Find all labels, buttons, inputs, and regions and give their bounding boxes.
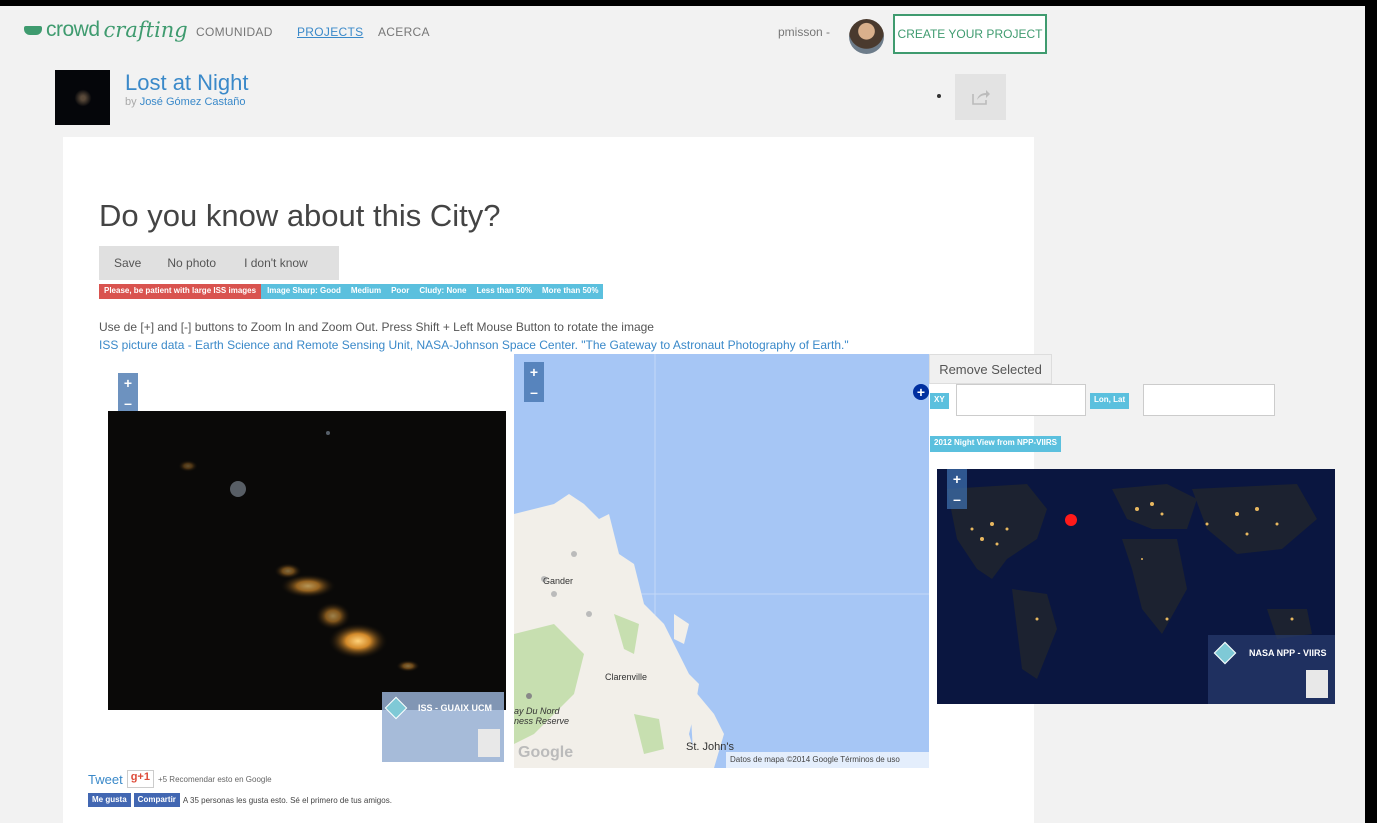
iss-layer-label: ISS - GUAIX UCM <box>418 703 493 713</box>
map-label-reserve: ness Reserve <box>514 716 570 726</box>
add-point-icon[interactable]: + <box>913 384 929 400</box>
layer-diamond-icon <box>384 696 408 720</box>
map-label-bay-du-nord: ay Du Nord <box>514 706 560 716</box>
map-label-clarenville: Clarenville <box>605 672 648 682</box>
map-zoom-in-button[interactable]: + <box>530 362 538 382</box>
google-logo: Google <box>518 744 574 761</box>
cloudy-less-badge[interactable]: Less than 50% <box>471 284 538 299</box>
project-title[interactable]: Lost at Night <box>125 70 249 96</box>
fb-share-button[interactable]: Compartir <box>133 793 180 807</box>
top-navbar: crowd crafting COMUNIDAD PROJECTS ACERCA … <box>0 6 1365 56</box>
tweet-button[interactable]: Tweet <box>88 772 123 787</box>
night-zoom-in-button[interactable]: + <box>953 469 961 489</box>
cloudy-more-badge[interactable]: More than 50% <box>537 284 604 299</box>
save-button[interactable]: Save <box>99 256 141 270</box>
project-author-line: by José Gómez Castaño <box>125 96 245 108</box>
crowdcrafting-logo[interactable]: crowd crafting <box>24 18 188 42</box>
map-attribution[interactable]: Datos de mapa ©2014 Google Términos de u… <box>726 752 929 768</box>
layer-diamond-icon <box>1213 641 1237 665</box>
fb-like-count: A 35 personas les gusta esto. Sé el prim… <box>182 795 392 805</box>
logo-text-crowd: crowd <box>46 18 100 41</box>
iss-layer-switcher[interactable]: ISS - GUAIX UCM <box>384 696 493 720</box>
map-land <box>514 354 929 768</box>
info-badges: Please, be patient with large ISS images… <box>99 284 604 299</box>
night-layer-toggle[interactable] <box>1306 670 1328 698</box>
lonlat-label: Lon, Lat <box>1090 393 1130 409</box>
create-project-button[interactable]: CREATE YOUR PROJECT <box>893 14 1047 54</box>
gplus-button[interactable]: g+1 <box>126 770 154 788</box>
avatar[interactable] <box>849 19 884 54</box>
iss-image-viewer[interactable] <box>108 411 506 710</box>
location-map[interactable] <box>514 354 929 768</box>
share-button[interactable] <box>955 74 1006 120</box>
gplus-count: +5 Recomendar esto en Google <box>157 774 272 784</box>
iss-zoom-in-button[interactable]: + <box>124 373 132 393</box>
separator-dot <box>937 94 941 98</box>
sharp-medium-badge[interactable]: Medium <box>345 284 387 299</box>
night-zoom-out-button[interactable]: – <box>953 489 961 509</box>
xy-field[interactable] <box>956 384 1086 416</box>
map-zoom-out-button[interactable]: – <box>530 382 538 402</box>
night-view-label: 2012 Night View from NPP-VIIRS <box>930 436 1061 452</box>
social-row-2: Me gusta Compartir A 35 personas les gus… <box>88 793 392 807</box>
logo-text-crafting: crafting <box>103 18 188 42</box>
iss-layer-toggle[interactable] <box>478 729 500 757</box>
lonlat-field[interactable] <box>1143 384 1275 416</box>
cloudy-none-badge[interactable]: Cludy: None <box>414 284 472 299</box>
night-zoom-control: + – <box>947 469 967 509</box>
fb-like-button[interactable]: Me gusta <box>88 793 131 807</box>
dont-know-button[interactable]: I don't know <box>216 256 308 270</box>
sharp-good-badge[interactable]: Image Sharp: Good <box>261 284 346 299</box>
map-label-gander: Gander <box>543 576 574 586</box>
nav-projects[interactable]: PROJECTS <box>297 25 363 39</box>
nav-acerca[interactable]: ACERCA <box>378 25 430 39</box>
no-photo-button[interactable]: No photo <box>141 256 216 270</box>
iss-zoom-out-button[interactable]: – <box>124 393 132 413</box>
logo-icon <box>24 25 42 35</box>
user-menu[interactable]: pmisson - <box>778 25 830 39</box>
iss-zoom-control: + – <box>118 373 138 413</box>
by-label: by <box>125 96 137 108</box>
project-thumbnail[interactable] <box>55 70 110 125</box>
iss-night-photo <box>178 431 420 672</box>
answer-button-group: Save No photo I don't know <box>99 246 339 280</box>
task-heading: Do you know about this City? <box>99 198 501 233</box>
instructions-text: Use de [+] and [-] buttons to Zoom In an… <box>99 320 654 334</box>
xy-label: XY <box>930 393 949 409</box>
nav-comunidad[interactable]: COMUNIDAD <box>196 25 273 39</box>
sharp-poor-badge[interactable]: Poor <box>386 284 415 299</box>
social-row-1: Tweet g+1 +5 Recomendar esto en Google <box>88 770 272 788</box>
share-icon <box>971 90 990 105</box>
night-layer-switcher[interactable]: NASA NPP - VIIRS <box>1213 641 1327 665</box>
credit-link[interactable]: ISS picture data - Earth Science and Rem… <box>99 338 849 352</box>
night-layer-label: NASA NPP - VIIRS <box>1249 648 1327 658</box>
patience-badge: Please, be patient with large ISS images <box>99 284 262 299</box>
author-link[interactable]: José Gómez Castaño <box>140 96 246 108</box>
map-zoom-control: + – <box>524 362 544 402</box>
remove-selected-button[interactable]: Remove Selected <box>929 354 1052 384</box>
